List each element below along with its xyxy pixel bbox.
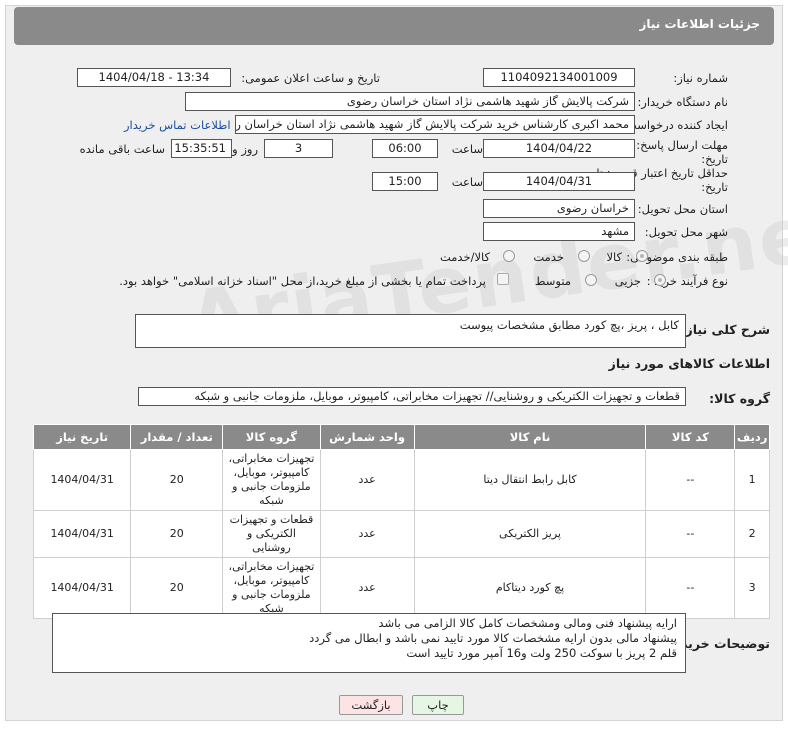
goods-info-heading: اطلاعات کالاهای مورد نیاز <box>608 356 770 371</box>
item-group: تجهیزات مخابراتی، کامپیوتر، موبایل، ملزو… <box>222 557 321 619</box>
category-goods-service-radio[interactable] <box>503 250 515 262</box>
buyer-notes-box: ارایه پیشنهاد فنی ومالی ومشخصات کامل کال… <box>52 613 686 673</box>
row-number: 2 <box>734 510 770 558</box>
treasury-payment-note: پرداخت تمام یا بخشی از مبلغ خرید،از محل … <box>119 274 486 288</box>
category-service-label: خدمت <box>533 250 564 264</box>
delivery-city-field: مشهد <box>483 222 635 241</box>
validity-date-field: 1404/04/31 <box>483 172 635 191</box>
item-qty: 20 <box>130 557 224 619</box>
print-button[interactable]: چاپ <box>412 695 464 715</box>
back-button[interactable]: بازگشت <box>339 695 403 715</box>
days-and-label: روز و <box>232 142 258 156</box>
item-name: کابل رابط انتقال دیتا <box>413 449 647 511</box>
row-number: 3 <box>734 557 770 619</box>
item-name: پچ کورد دیتاکام <box>413 557 647 619</box>
need-number-field: 1104092134001009 <box>483 68 635 87</box>
buyer-notes-line-1: ارایه پیشنهاد فنی ومالی ومشخصات کامل کال… <box>378 616 677 630</box>
col-qty-header: تعداد / مقدار <box>130 424 224 450</box>
item-date: 1404/04/31 <box>32 449 132 511</box>
item-unit: عدد <box>319 449 415 511</box>
page-header: جزئیات اطلاعات نیاز <box>14 7 774 45</box>
item-date: 1404/04/31 <box>32 557 132 619</box>
requester-field: محمد اکبری کارشناس خرید شرکت پالایش گاز … <box>235 115 635 134</box>
purchase-minor-label: جزیی <box>614 274 641 288</box>
buyer-org-label: نام دستگاه خریدار: <box>637 95 728 109</box>
reply-days-field: 3 <box>264 139 333 158</box>
col-code-header: کد کالا <box>645 424 736 450</box>
col-row-header: ردیف <box>734 424 770 450</box>
item-unit: عدد <box>319 557 415 619</box>
goods-group-field: قطعات و تجهیزات الکتریکی و روشنایی// تجه… <box>138 387 686 406</box>
item-code: -- <box>645 449 736 511</box>
announce-datetime-field: 1404/04/18 - 13:34 <box>77 68 231 87</box>
col-name-header: نام کالا <box>413 424 647 450</box>
item-group: تجهیزات مخابراتی، کامپیوتر، موبایل، ملزو… <box>222 449 321 511</box>
item-qty: 20 <box>130 449 224 511</box>
goods-table-header-row: ردیف کد کالا نام کالا واحد شمارش گروه کا… <box>32 424 770 450</box>
reply-time-field: 06:00 <box>372 139 438 158</box>
delivery-province-field: خراسان رضوی <box>483 199 635 218</box>
table-row: 2 -- پریز الکتریکی عدد قطعات و تجهیزات ا… <box>32 510 770 558</box>
category-goods-service-label: کالا/خدمت <box>439 250 490 264</box>
row-number: 1 <box>734 449 770 511</box>
page-title: جزئیات اطلاعات نیاز <box>639 17 760 31</box>
purchase-minor-radio[interactable] <box>654 274 666 286</box>
remaining-time-field: 15:35:51 <box>171 139 232 158</box>
item-code: -- <box>645 557 736 619</box>
buyer-notes-line-2: پیشنهاد مالی بدون ارایه مشخصات کالا مورد… <box>309 631 677 645</box>
buyer-contact-link[interactable]: اطلاعات تماس خریدار <box>124 118 231 132</box>
delivery-city-label: شهر محل تحویل: <box>644 225 728 239</box>
table-row: 1 -- کابل رابط انتقال دیتا عدد تجهیزات م… <box>32 449 770 511</box>
treasury-payment-checkbox[interactable] <box>497 273 509 285</box>
goods-group-label: گروه کالا: <box>709 391 770 406</box>
buyer-org-field: شرکت پالایش گاز شهید هاشمی نژاد استان خر… <box>185 92 635 111</box>
reply-date-field: 1404/04/22 <box>483 139 635 158</box>
validity-time-field: 15:00 <box>372 172 438 191</box>
validity-time-label: ساعت <box>451 175 483 189</box>
need-description-label: شرح کلی نیاز: <box>680 322 770 337</box>
category-service-radio[interactable] <box>578 250 590 262</box>
reply-time-label: ساعت <box>451 142 483 156</box>
col-group-header: گروه کالا <box>222 424 321 450</box>
buyer-notes-line-3: قلم 2 پریز با سوکت 250 ولت و16 آمپر مورد… <box>406 646 677 660</box>
goods-table: ردیف کد کالا نام کالا واحد شمارش گروه کا… <box>32 424 770 619</box>
item-unit: عدد <box>319 510 415 558</box>
requester-label: ایجاد کننده درخواست: <box>622 118 728 132</box>
col-date-header: تاریخ نیاز <box>32 424 132 450</box>
purchase-medium-radio[interactable] <box>585 274 597 286</box>
need-number-label: شماره نیاز: <box>673 71 728 85</box>
category-goods-label: کالا <box>606 250 622 264</box>
remaining-time-label: ساعت باقی مانده <box>79 142 165 156</box>
item-date: 1404/04/31 <box>32 510 132 558</box>
delivery-province-label: استان محل تحویل: <box>637 202 728 216</box>
announce-datetime-label: تاریخ و ساعت اعلان عمومی: <box>241 71 380 85</box>
purchase-medium-label: متوسط <box>534 274 571 288</box>
item-qty: 20 <box>130 510 224 558</box>
col-unit-header: واحد شمارش <box>319 424 415 450</box>
item-code: -- <box>645 510 736 558</box>
table-row: 3 -- پچ کورد دیتاکام عدد تجهیزات مخابرات… <box>32 557 770 619</box>
item-name: پریز الکتریکی <box>413 510 647 558</box>
category-goods-radio[interactable] <box>636 250 648 262</box>
need-description-textarea <box>135 314 686 348</box>
item-group: قطعات و تجهیزات الکتریکی و روشنایی <box>222 510 321 558</box>
